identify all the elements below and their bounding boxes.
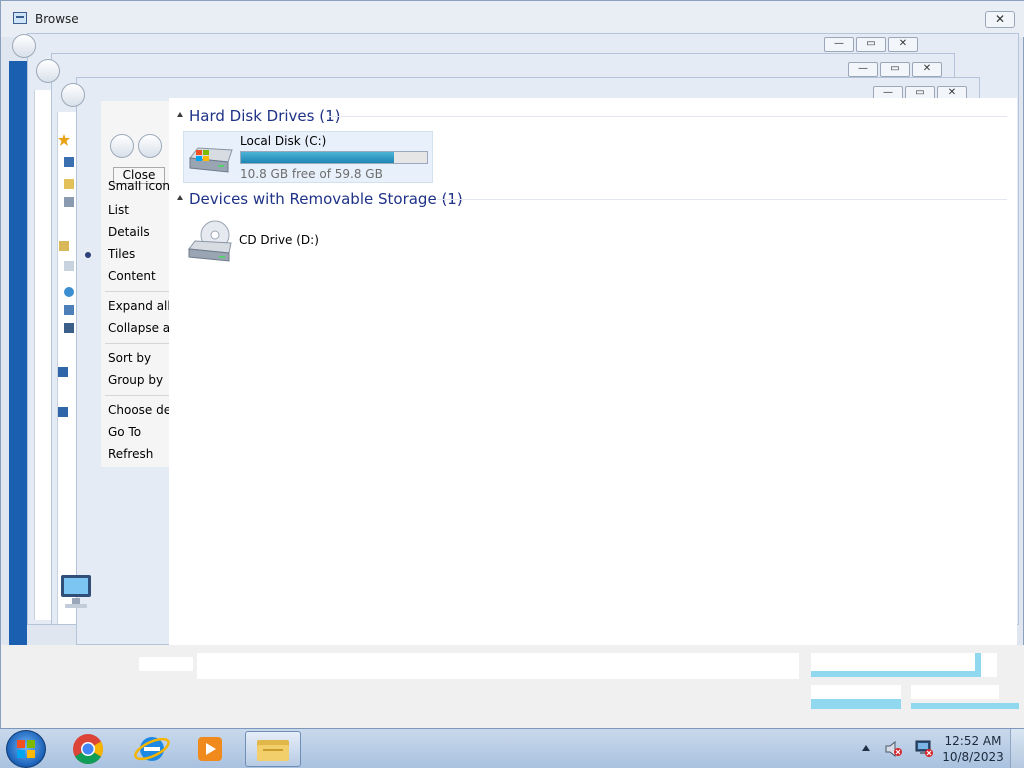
browse-titlebar[interactable]: Browse ✕ [1, 1, 1024, 37]
chrome-icon[interactable] [62, 732, 114, 766]
selected-bullet-icon [85, 252, 91, 258]
back-button[interactable] [110, 134, 134, 158]
open-button-face [811, 685, 901, 699]
drive-usage-bar [240, 151, 428, 164]
computer-icon [61, 575, 91, 608]
drive-name: Local Disk (C:) [240, 134, 327, 148]
group-divider [329, 116, 1007, 117]
back-button[interactable] [61, 83, 85, 107]
maximize-button[interactable]: ▭ [880, 62, 910, 77]
menu-item-expand-all-groups[interactable]: Expand all groups [108, 299, 170, 313]
maximize-button[interactable]: ▭ [856, 37, 886, 52]
desktop-icon [64, 157, 74, 167]
system-clock[interactable]: 12:52 AM 10/8/2023 [940, 733, 1006, 765]
minimize-button[interactable]: — [824, 37, 854, 52]
internet-explorer-icon[interactable] [126, 732, 178, 766]
collapse-arrow-icon[interactable] [177, 112, 183, 117]
music-icon [64, 287, 74, 297]
collapse-arrow-icon[interactable] [177, 195, 183, 200]
document-icon [64, 261, 74, 271]
close-button[interactable]: ✕ [985, 11, 1015, 28]
folder-icon [64, 179, 74, 189]
window-icon [13, 12, 27, 24]
folder-icon [257, 740, 289, 761]
group-divider [437, 199, 1007, 200]
close-button[interactable]: ✕ [912, 62, 942, 77]
file-type-dropdown-inner [811, 653, 975, 671]
start-flag-green [27, 740, 35, 748]
clock-time: 12:52 AM [944, 734, 1002, 748]
media-player-icon[interactable] [184, 732, 236, 766]
drive-usage-fill [241, 152, 394, 163]
menu-item-refresh[interactable]: Refresh [108, 447, 170, 461]
videos-icon [64, 323, 74, 333]
menu-separator [105, 395, 169, 396]
drive-free-space: 10.8 GB free of 59.8 GB [240, 167, 383, 181]
taskbar: 12:52 AM 10/8/2023 [0, 728, 1024, 768]
desktop-background-sliver [9, 61, 27, 645]
clock-date: 10/8/2023 [942, 750, 1004, 764]
caption-buttons: — ▭ ✕ [824, 37, 918, 53]
group-header-hard-disk-drives[interactable]: Hard Disk Drives (1) [189, 107, 340, 125]
start-flag-red [17, 740, 25, 748]
drive-tile-cd-drive-d[interactable]: CD Drive (D:) [183, 216, 433, 268]
footer-label [139, 657, 193, 671]
forward-button[interactable] [138, 134, 162, 158]
cd-drive-icon [188, 220, 232, 262]
group-header-removable-storage[interactable]: Devices with Removable Storage (1) [189, 190, 463, 208]
dropdown-arrow-button[interactable] [981, 653, 997, 677]
show-hidden-icons-arrow[interactable] [862, 745, 870, 751]
menu-item-sort-by[interactable]: Sort by [108, 351, 170, 365]
menu-item-details[interactable]: Details [108, 225, 170, 239]
folder-path-field[interactable] [197, 653, 799, 679]
pictures-icon [64, 305, 74, 315]
computer-icon [58, 367, 68, 377]
network-icon [64, 197, 74, 207]
favorites-star-icon [58, 134, 70, 146]
drive-name: CD Drive (D:) [239, 233, 319, 247]
menu-item-group-by[interactable]: Group by [108, 373, 170, 387]
menu-separator [105, 291, 169, 292]
hard-disk-icon [189, 147, 233, 173]
cancel-button-face [911, 703, 1019, 709]
close-button[interactable]: ✕ [888, 37, 918, 52]
window-title: Browse [35, 12, 79, 26]
caption-buttons: — ▭ ✕ [848, 62, 942, 78]
menu-item-small-icons[interactable]: Small icons [108, 181, 170, 191]
back-button[interactable] [12, 34, 36, 58]
taskbar-button-explorer[interactable] [245, 731, 301, 767]
drives-content-pane: Hard Disk Drives (1) Local Disk (C:) 10.… [169, 98, 1017, 645]
menu-item-go-to[interactable]: Go To [108, 425, 170, 439]
menu-item-list[interactable]: List [108, 203, 170, 217]
dialog-footer [1, 645, 1024, 729]
menu-item-collapse-all-groups[interactable]: Collapse all groups [108, 321, 170, 335]
menu-item-choose-details[interactable]: Choose details... [108, 403, 170, 417]
menu-separator [105, 343, 169, 344]
drive-tile-local-disk-c[interactable]: Local Disk (C:) 10.8 GB free of 59.8 GB [183, 131, 433, 183]
network-disconnected-icon[interactable] [914, 740, 934, 758]
start-flag-yellow [27, 750, 35, 758]
back-button[interactable] [36, 59, 60, 83]
show-desktop-button[interactable] [1010, 729, 1024, 768]
network-icon [58, 407, 68, 417]
library-icon [59, 241, 69, 251]
minimize-button[interactable]: — [848, 62, 878, 77]
browse-dialog: Browse ✕ — ▭ ✕ — ▭ ✕ — ▭ ✕ Close Small i… [0, 0, 1024, 729]
start-flag-blue [17, 750, 25, 758]
menu-item-tiles[interactable]: Tiles [108, 247, 170, 261]
menu-item-content[interactable]: Content [108, 269, 170, 283]
windows-start-icon[interactable] [6, 730, 46, 768]
volume-muted-icon[interactable] [884, 741, 904, 757]
cancel-button[interactable] [911, 685, 999, 699]
